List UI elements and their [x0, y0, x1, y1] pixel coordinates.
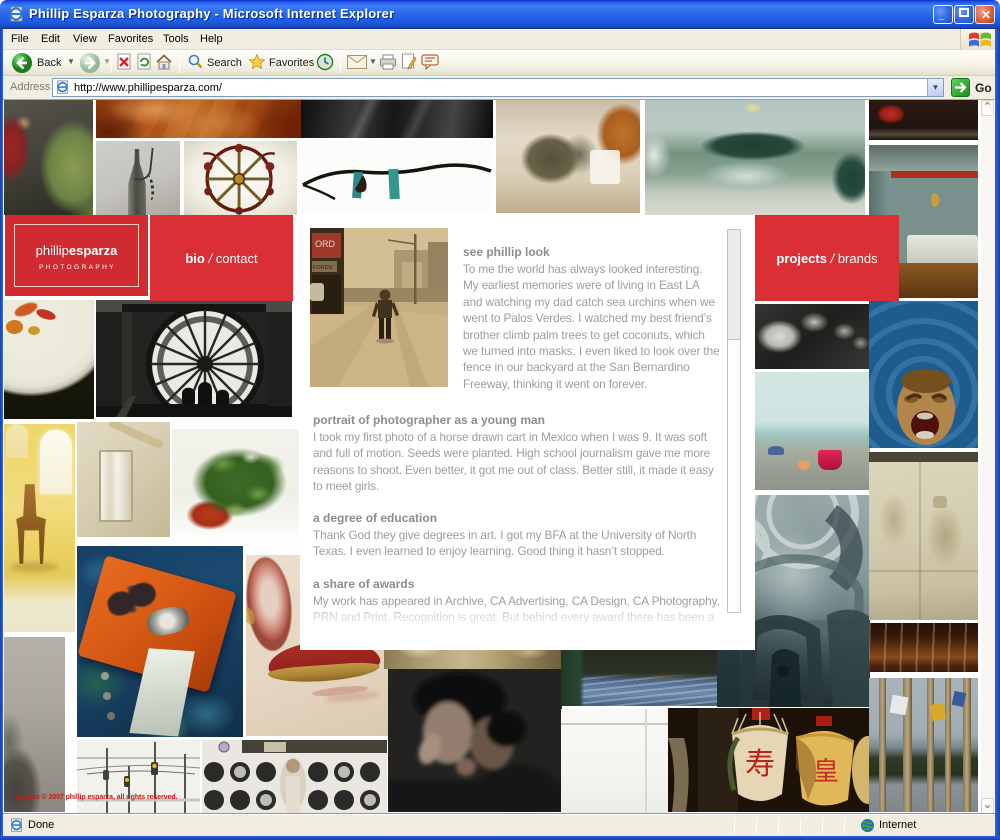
svg-text:ORD: ORD: [315, 239, 336, 249]
svg-text:皇: 皇: [813, 757, 839, 786]
svg-text:FORDS: FORDS: [313, 265, 333, 271]
svg-text:寿: 寿: [745, 748, 775, 781]
